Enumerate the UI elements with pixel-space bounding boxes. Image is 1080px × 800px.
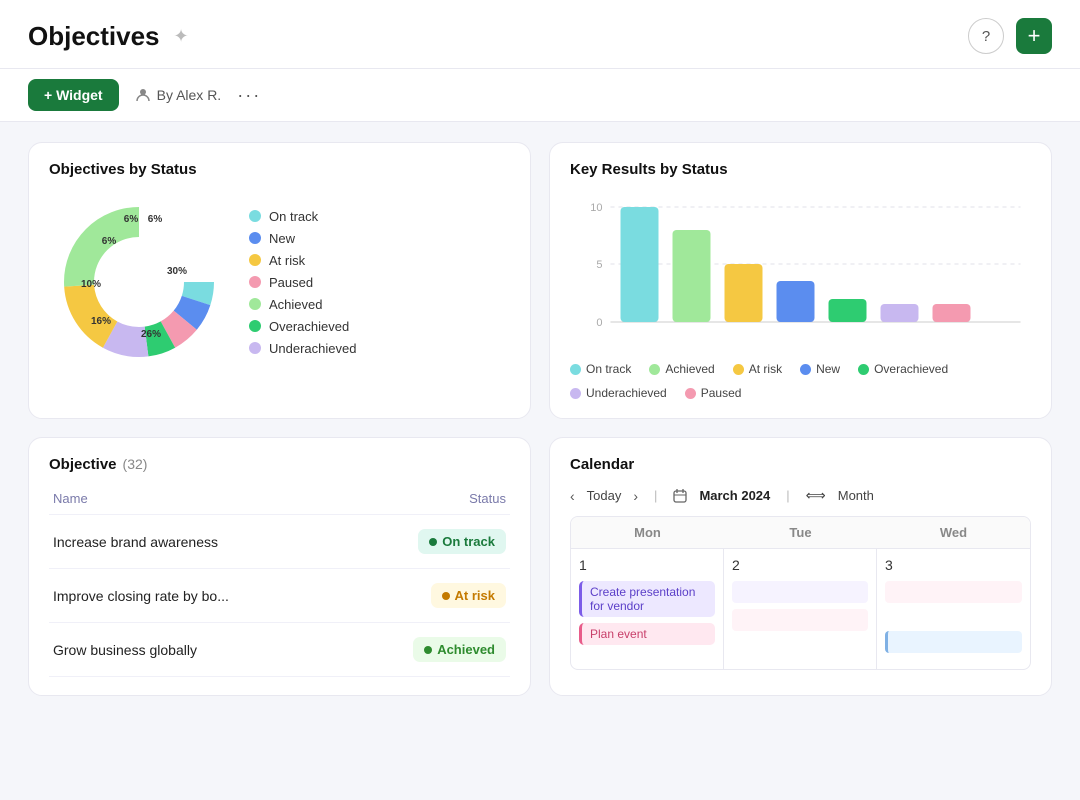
person-icon — [135, 87, 151, 103]
toolbar: + Widget By Alex R. ··· — [0, 69, 1080, 122]
cal-header-mon: Mon — [571, 517, 724, 549]
key-results-card: Key Results by Status 10 5 0 — [549, 142, 1052, 419]
add-button[interactable]: + — [1016, 18, 1052, 54]
objectives-status-title: Objectives by Status — [49, 161, 510, 178]
col-status: Status — [347, 483, 510, 515]
objectives-by-status-card: Objectives by Status — [28, 142, 531, 419]
bar-legend-paused: Paused — [685, 386, 742, 400]
bar-legend-achieved: Achieved — [649, 362, 714, 376]
legend-dot-new — [249, 232, 261, 244]
legend-item-atrisk: At risk — [249, 253, 356, 268]
table-row: Grow business globally Achieved — [49, 623, 510, 677]
widget-button[interactable]: + Widget — [28, 79, 119, 111]
cal-day-2: 2 — [724, 549, 877, 669]
header-right: ? + — [968, 18, 1052, 54]
key-results-title: Key Results by Status — [570, 161, 1031, 178]
bar-chart-svg: 10 5 0 — [570, 192, 1031, 352]
help-button[interactable]: ? — [968, 18, 1004, 54]
calendar-view-icon: ⟺ — [806, 487, 826, 504]
svg-text:6%: 6% — [124, 214, 139, 225]
svg-text:6%: 6% — [148, 214, 163, 225]
donut-svg: 30% 26% 16% 10% 6% 6% 6% — [49, 192, 229, 372]
table-row: Improve closing rate by bo... At risk — [49, 569, 510, 623]
cal-event-cont-1 — [732, 581, 868, 603]
svg-text:10: 10 — [590, 202, 602, 214]
cal-header-tue: Tue — [724, 517, 877, 549]
bar-legend-atrisk: At risk — [733, 362, 782, 376]
row-status-3: Achieved — [347, 623, 510, 677]
row-status-1: On track — [347, 515, 510, 569]
svg-text:16%: 16% — [91, 316, 111, 327]
objectives-table-title: Objective — [49, 456, 117, 473]
cal-day-1: 1 Create presentation for vendor Plan ev… — [571, 549, 724, 669]
donut-section: 30% 26% 16% 10% 6% 6% 6% On track New — [49, 192, 510, 372]
legend-item-overachieved: Overachieved — [249, 319, 356, 334]
bar-legend-ontrack: On track — [570, 362, 631, 376]
row-status-2: At risk — [347, 569, 510, 623]
more-button[interactable]: ··· — [237, 85, 261, 106]
calendar-nav: ‹ Today › | March 2024 | ⟺ Month — [570, 487, 1031, 504]
calendar-icon — [673, 489, 687, 503]
status-badge-ontrack: On track — [418, 529, 506, 554]
cal-event-plan[interactable]: Plan event — [579, 623, 715, 645]
legend-dot-achieved — [249, 298, 261, 310]
objectives-table-card: Objective (32) Name Status Increase bran… — [28, 437, 531, 696]
star-icon[interactable]: ✦ — [174, 26, 189, 47]
donut-legend: On track New At risk Paused Achieved — [249, 209, 356, 356]
legend-item-underachieved: Underachieved — [249, 341, 356, 356]
table-row: Increase brand awareness On track — [49, 515, 510, 569]
legend-dot-paused — [249, 276, 261, 288]
calendar-grid: Mon Tue Wed 1 Create presentation for ve… — [570, 516, 1031, 670]
objectives-count: (32) — [123, 456, 148, 472]
legend-dot-ontrack — [249, 210, 261, 222]
svg-text:30%: 30% — [167, 266, 187, 277]
header-left: Objectives ✦ — [28, 21, 189, 52]
author-label: By Alex R. — [157, 87, 222, 103]
legend-item-achieved: Achieved — [249, 297, 356, 312]
cal-event-presentation[interactable]: Create presentation for vendor — [579, 581, 715, 617]
next-button[interactable]: › — [633, 488, 638, 504]
status-badge-achieved: Achieved — [413, 637, 506, 662]
status-badge-atrisk: At risk — [431, 583, 506, 608]
legend-item-paused: Paused — [249, 275, 356, 290]
legend-dot-atrisk — [249, 254, 261, 266]
legend-item-new: New — [249, 231, 356, 246]
legend-item-ontrack: On track — [249, 209, 356, 224]
cal-header-wed: Wed — [877, 517, 1030, 549]
row-name-2: Improve closing rate by bo... — [49, 569, 347, 623]
legend-dot-underachieved — [249, 342, 261, 354]
col-name: Name — [49, 483, 347, 515]
legend-dot-overachieved — [249, 320, 261, 332]
main-content: Objectives by Status — [0, 122, 1080, 716]
page-title: Objectives — [28, 21, 160, 52]
bar-legend-overachieved: Overachieved — [858, 362, 948, 376]
author-filter[interactable]: By Alex R. — [135, 87, 222, 103]
svg-text:0: 0 — [596, 317, 602, 329]
cal-day-3: 3 — [877, 549, 1030, 669]
bar-legend: On track Achieved At risk New Overachiev… — [570, 362, 1031, 400]
prev-button[interactable]: ‹ — [570, 488, 575, 504]
svg-text:26%: 26% — [141, 329, 161, 340]
calendar-view-label[interactable]: Month — [838, 488, 874, 503]
bar-chart: 10 5 0 — [570, 192, 1031, 352]
svg-text:6%: 6% — [102, 236, 117, 247]
bar-legend-underachieved: Underachieved — [570, 386, 667, 400]
svg-text:10%: 10% — [81, 279, 101, 290]
row-name-1: Increase brand awareness — [49, 515, 347, 569]
cal-event-cont-3 — [885, 581, 1022, 603]
calendar-title: Calendar — [570, 456, 1031, 473]
row-name-3: Grow business globally — [49, 623, 347, 677]
cal-event-cont-4 — [885, 631, 1022, 653]
top-header: Objectives ✦ ? + — [0, 0, 1080, 69]
donut-chart: 30% 26% 16% 10% 6% 6% 6% — [49, 192, 229, 372]
objectives-table: Name Status Increase brand awareness On … — [49, 483, 510, 677]
bar-legend-new: New — [800, 362, 840, 376]
svg-text:5: 5 — [596, 259, 602, 271]
calendar-date: March 2024 — [699, 488, 770, 503]
today-label[interactable]: Today — [587, 488, 622, 503]
calendar-card: Calendar ‹ Today › | March 2024 | ⟺ Mont… — [549, 437, 1052, 696]
cal-event-cont-2 — [732, 609, 868, 631]
